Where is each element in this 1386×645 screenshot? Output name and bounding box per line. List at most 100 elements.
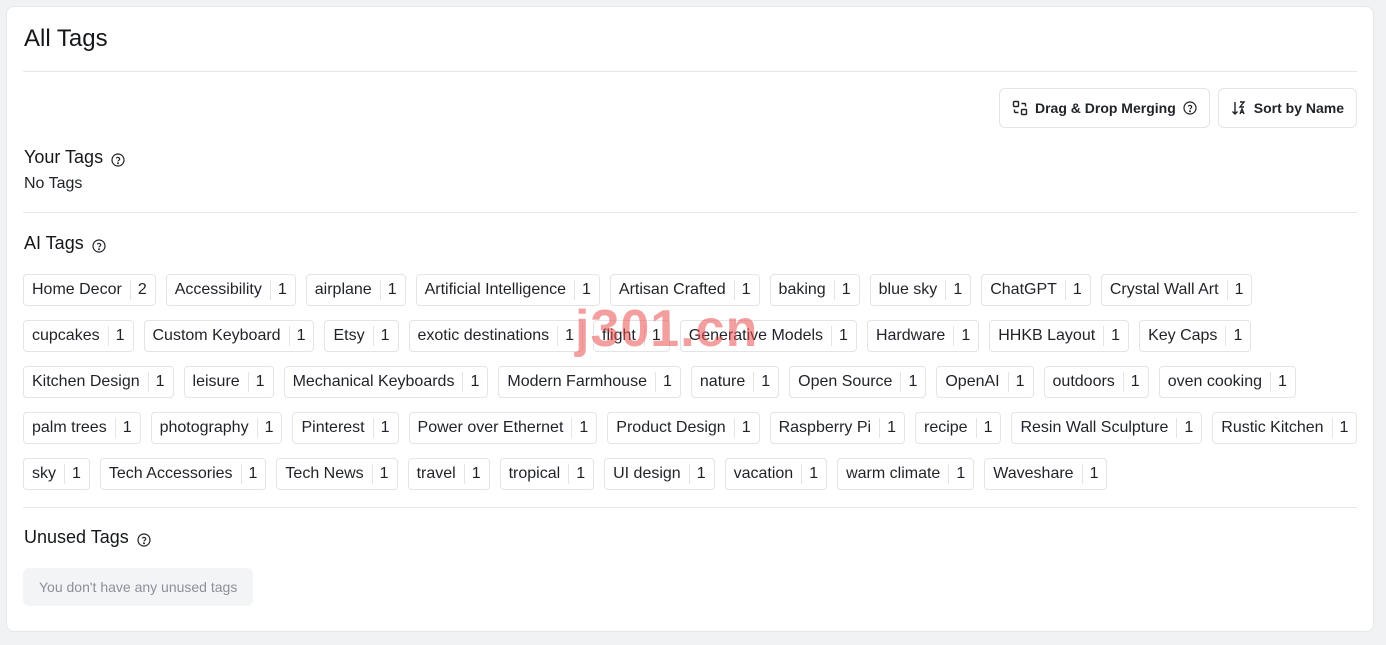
tag-chip[interactable]: Accessibility 1	[165, 274, 296, 306]
tag-chip[interactable]: Home Decor 2	[23, 274, 156, 306]
tag-count: 1	[733, 280, 759, 300]
tag-name: Tech Accessories	[108, 465, 233, 482]
tag-count: 1	[269, 280, 295, 300]
tag-chip[interactable]: Pinterest 1	[292, 412, 399, 444]
tag-chip[interactable]: Etsy 1	[324, 320, 399, 352]
tag-chip[interactable]: oven cooking 1	[1158, 366, 1296, 398]
tag-count: 1	[256, 418, 282, 438]
tag-count: 1	[975, 418, 1001, 438]
tag-chip[interactable]: leisure 1	[183, 366, 274, 398]
question-circle-icon[interactable]	[92, 237, 106, 253]
sort-by-name-label: Sort by Name	[1253, 100, 1344, 116]
tag-count: 1	[831, 326, 856, 346]
tag-chip[interactable]: Product Design 1	[607, 412, 760, 444]
tag-chip[interactable]: UI design 1	[604, 458, 715, 490]
tag-count: 1	[114, 418, 140, 438]
tag-chip[interactable]: Raspberry Pi 1	[769, 412, 905, 444]
tag-name: Key Caps	[1148, 327, 1218, 344]
tag-chip[interactable]: Artificial Intelligence 1	[415, 274, 600, 306]
tag-chip[interactable]: Key Caps 1	[1139, 320, 1252, 352]
tag-count: 1	[462, 372, 487, 392]
sort-by-name-button[interactable]: Sort by Name	[1217, 88, 1357, 128]
tag-count: 1	[574, 280, 599, 300]
tag-chip[interactable]: sky 1	[23, 458, 90, 490]
tag-chip[interactable]: Waveshare 1	[984, 458, 1108, 490]
tag-count: 1	[288, 326, 314, 346]
tag-name: blue sky	[878, 281, 938, 298]
tag-chip[interactable]: baking 1	[769, 274, 860, 306]
merge-grid-icon	[1012, 100, 1028, 116]
tag-count: 1	[1225, 326, 1250, 346]
tag-count: 1	[568, 464, 593, 484]
tag-chip[interactable]: Resin Wall Sculpture 1	[1011, 412, 1203, 444]
tag-name: Waveshare	[993, 465, 1074, 482]
tag-count: 1	[1122, 372, 1148, 392]
tag-chip[interactable]: outdoors 1	[1043, 366, 1149, 398]
tag-count: 1	[379, 280, 405, 300]
tag-chip[interactable]: blue sky 1	[869, 274, 972, 306]
tag-name: Mechanical Keyboards	[292, 373, 455, 390]
drag-drop-merging-button[interactable]: Drag & Drop Merging	[998, 88, 1210, 128]
tag-chip[interactable]: tropical 1	[499, 458, 595, 490]
tag-chip[interactable]: Modern Farmhouse 1	[498, 366, 681, 398]
question-circle-icon[interactable]	[137, 531, 151, 547]
tag-chip[interactable]: Hardware 1	[866, 320, 980, 352]
tag-name: sky	[32, 465, 56, 482]
tag-name: Modern Farmhouse	[507, 373, 647, 390]
tag-count: 1	[801, 464, 826, 484]
question-circle-icon[interactable]	[1183, 101, 1197, 115]
tag-name: flight	[602, 327, 636, 344]
tag-count: 1	[372, 326, 398, 346]
unused-tags-empty-box: You don't have any unused tags	[23, 568, 254, 606]
tag-count: 1	[753, 372, 778, 392]
tag-chip[interactable]: HHKB Layout 1	[989, 320, 1130, 352]
tag-chip[interactable]: Crystal Wall Art 1	[1100, 274, 1253, 306]
tag-name: Custom Keyboard	[152, 327, 281, 344]
tag-chip[interactable]: cupcakes 1	[23, 320, 134, 352]
tag-name: Open Source	[798, 373, 893, 390]
tag-chip[interactable]: travel 1	[407, 458, 490, 490]
tag-chip[interactable]: Kitchen Design 1	[23, 366, 174, 398]
tag-count: 1	[557, 326, 582, 346]
tag-chip[interactable]: exotic destinations 1	[408, 320, 584, 352]
tag-count: 1	[945, 280, 970, 300]
tag-chip[interactable]: vacation 1	[724, 458, 828, 490]
question-circle-icon[interactable]	[111, 151, 125, 167]
tag-chip[interactable]: recipe 1	[914, 412, 1002, 444]
title-divider	[23, 71, 1357, 72]
tag-chip[interactable]: OpenAI 1	[936, 366, 1034, 398]
ai-tag-list: Home Decor 2 Accessibility 1 airplane 1 Artifi…	[23, 274, 1363, 490]
tag-name: Raspberry Pi	[778, 419, 872, 436]
tag-chip[interactable]: palm trees 1	[23, 412, 141, 444]
tag-chip[interactable]: Tech News 1	[276, 458, 398, 490]
tag-name: UI design	[613, 465, 681, 482]
tag-chip[interactable]: Power over Ethernet 1	[408, 412, 598, 444]
tag-chip[interactable]: Mechanical Keyboards 1	[283, 366, 489, 398]
tag-chip[interactable]: ChatGPT 1	[981, 274, 1091, 306]
drag-drop-merging-label: Drag & Drop Merging	[1034, 100, 1176, 116]
tag-name: Accessibility	[174, 281, 262, 298]
tag-chip[interactable]: Tech Accessories 1	[99, 458, 267, 490]
your-tags-heading: Your Tags	[24, 147, 125, 168]
tag-chip[interactable]: nature 1	[690, 366, 780, 398]
tag-chip[interactable]: Generative Models 1	[679, 320, 857, 352]
tag-chip[interactable]: Custom Keyboard 1	[143, 320, 315, 352]
tag-count: 1	[1176, 418, 1201, 438]
tag-name: Kitchen Design	[32, 373, 140, 390]
tag-count: 1	[463, 464, 489, 484]
tag-chip[interactable]: Open Source 1	[789, 366, 927, 398]
tag-count: 1	[643, 326, 669, 346]
tag-chip[interactable]: warm climate 1	[837, 458, 975, 490]
tag-count: 1	[107, 326, 133, 346]
tag-count: 1	[240, 464, 266, 484]
tag-count: 1	[1081, 464, 1107, 484]
tag-chip[interactable]: airplane 1	[305, 274, 406, 306]
tag-chip[interactable]: Artisan Crafted 1	[609, 274, 760, 306]
tag-chip[interactable]: flight 1	[593, 320, 670, 352]
tag-chip[interactable]: Rustic Kitchen 1	[1212, 412, 1358, 444]
tag-count: 1	[371, 464, 397, 484]
tag-chip[interactable]: photography 1	[150, 412, 283, 444]
tag-count: 1	[879, 418, 904, 438]
tag-count: 1	[147, 372, 173, 392]
tag-count: 1	[733, 418, 759, 438]
